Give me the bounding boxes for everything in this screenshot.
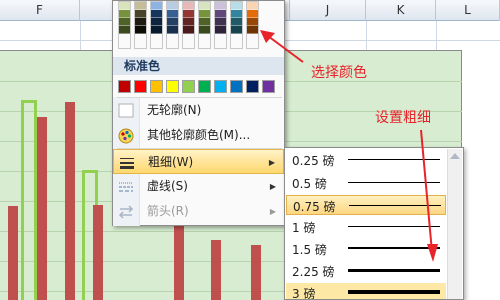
annotation-arrow-weight: [420, 129, 433, 253]
annotation-arrowhead: [260, 30, 275, 43]
annotation-arrows: [260, 30, 438, 262]
annotation-arrow-color: [267, 35, 304, 63]
annotation-choose-color: 选择颜色: [311, 65, 367, 81]
annotation-set-weight: 设置粗细: [375, 110, 431, 126]
annotation-arrowhead: [427, 244, 438, 262]
